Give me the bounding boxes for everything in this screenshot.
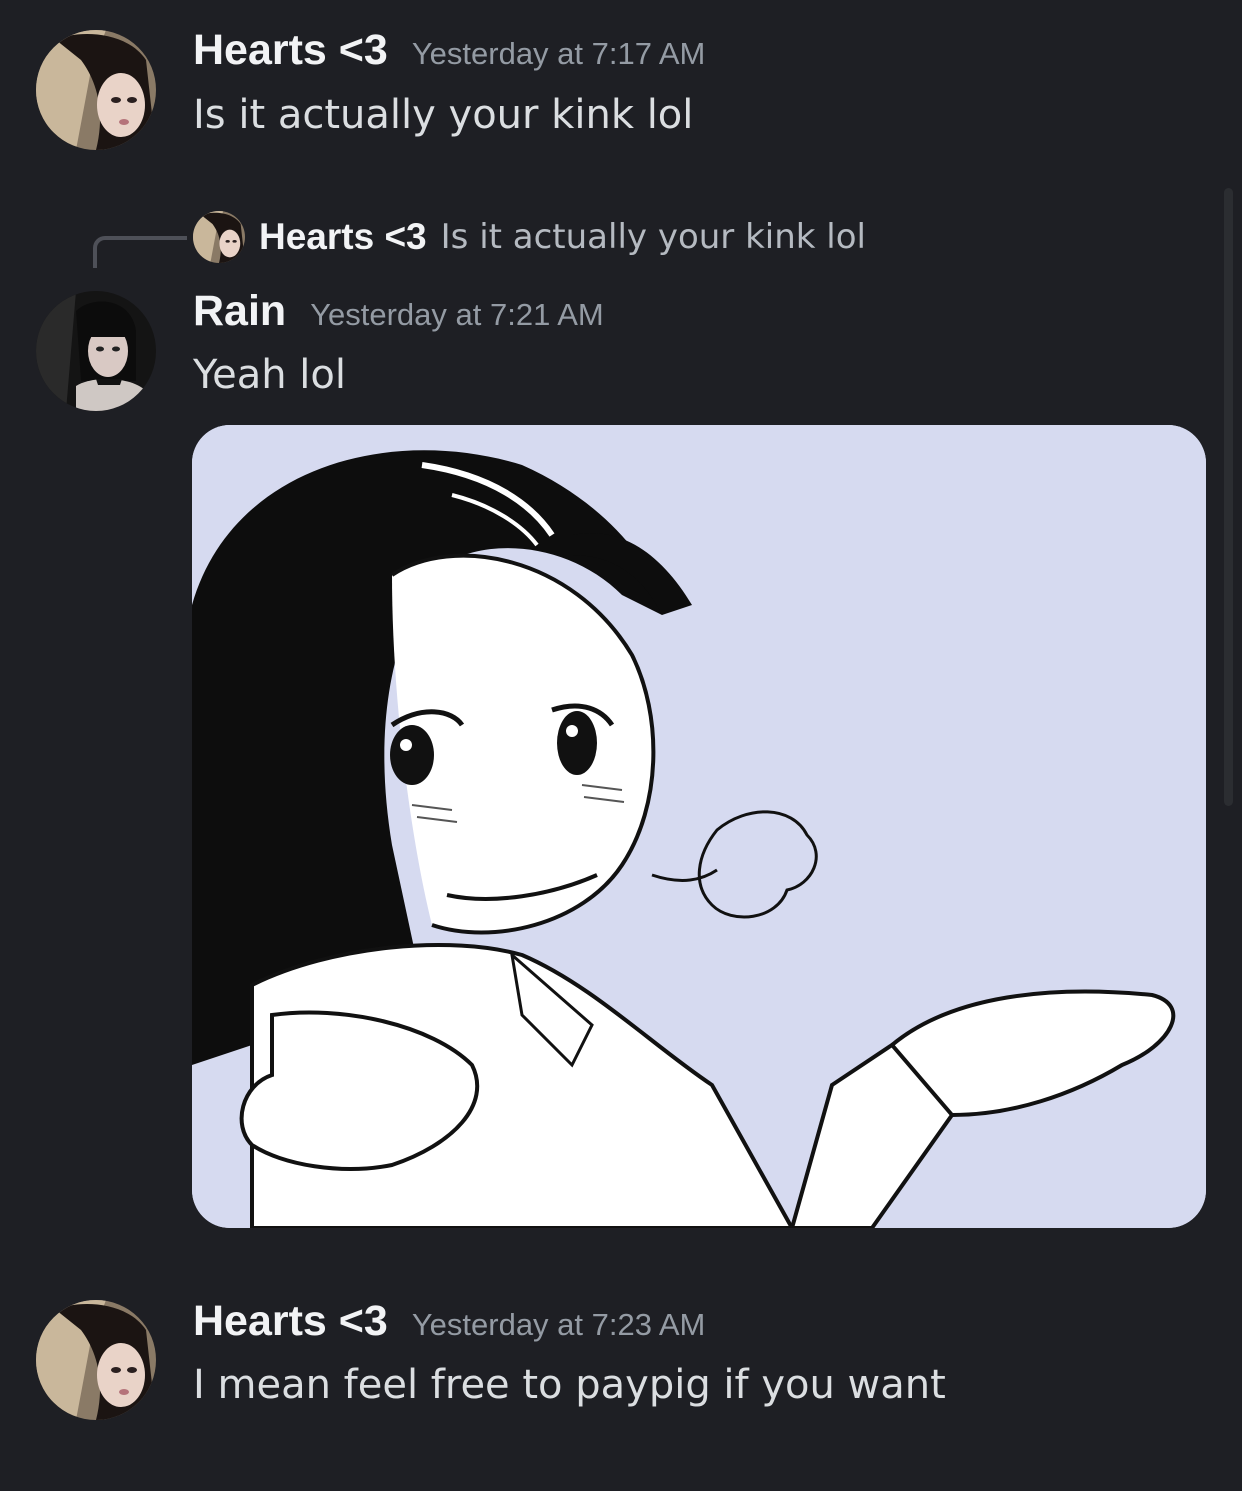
username[interactable]: Hearts <3 xyxy=(193,26,388,74)
timestamp: Yesterday at 7:23 AM xyxy=(411,1307,706,1342)
username[interactable]: Rain xyxy=(193,287,286,335)
timestamp: Yesterday at 7:17 AM xyxy=(411,36,706,71)
avatar-hearts[interactable] xyxy=(36,1300,156,1420)
reply-avatar xyxy=(193,211,245,263)
reply-username[interactable]: Hearts <3 xyxy=(259,216,427,258)
scrollbar[interactable] xyxy=(1224,188,1233,806)
username[interactable]: Hearts <3 xyxy=(193,1297,388,1345)
avatar-hearts[interactable] xyxy=(36,30,156,150)
timestamp: Yesterday at 7:21 AM xyxy=(310,297,604,332)
image-attachment[interactable] xyxy=(192,425,1206,1228)
reply-preview[interactable]: Hearts <3 Is it actually your kink lol xyxy=(193,210,866,264)
message-text: Is it actually your kink lol xyxy=(193,92,694,138)
avatar-rain[interactable] xyxy=(36,291,156,411)
message-text: Yeah lol xyxy=(193,352,347,398)
shrug-manga-girl-image xyxy=(192,425,1206,1228)
reply-connector xyxy=(93,236,187,268)
message-text: I mean feel free to paypig if you want xyxy=(193,1362,946,1408)
reply-text: Is it actually your kink lol xyxy=(440,217,866,257)
